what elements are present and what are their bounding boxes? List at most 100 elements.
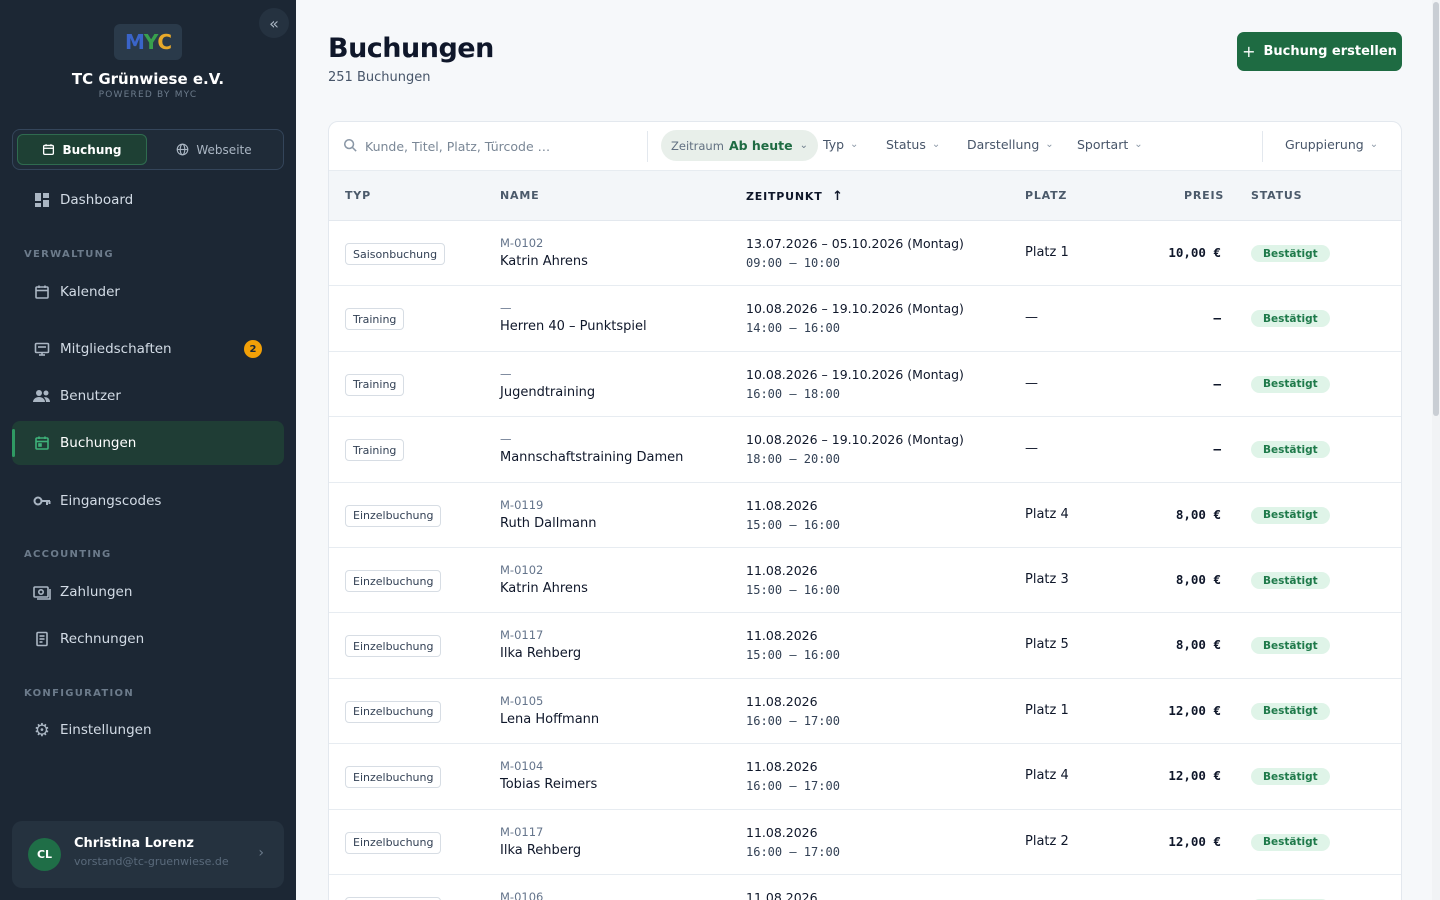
calendar-check-icon: [32, 433, 52, 453]
table-row[interactable]: Einzelbuchung M-0102 Katrin Ahrens 11.08.20…: [329, 548, 1401, 614]
table-row[interactable]: Einzelbuchung M-0119 Ruth Dallmann 11.08.20…: [329, 483, 1401, 548]
dashboard-icon: [32, 190, 52, 210]
booking-time: 15:00 – 16:00: [746, 517, 840, 532]
court: Platz 4: [1025, 768, 1069, 784]
darstellung-filter[interactable]: Darstellung ⌄: [967, 137, 1054, 152]
user-menu[interactable]: CL Christina Lorenz vorstand@tc-gruenwie…: [12, 821, 284, 888]
member-code: —: [500, 432, 512, 447]
column-header-typ[interactable]: TYP: [345, 189, 371, 202]
sidebar-item-eingangscodes[interactable]: Eingangscodes: [12, 479, 284, 523]
scrollbar-thumb[interactable]: [1433, 2, 1439, 416]
sidebar-item-benutzer[interactable]: Benutzer: [12, 374, 284, 418]
collapse-sidebar-button[interactable]: «: [259, 8, 289, 38]
chevron-down-icon: ⌄: [799, 140, 809, 151]
scrollbar[interactable]: [1432, 0, 1440, 900]
table-row[interactable]: Einzelbuchung M-0104 Tobias Reimers 11.08.2…: [329, 744, 1401, 810]
search-input[interactable]: [365, 134, 635, 158]
booking-time: 14:00 – 16:00: [746, 321, 840, 336]
price: 12,00 €: [1168, 768, 1221, 784]
table-row[interactable]: Einzelbuchung M-0117 Ilka Rehberg 11.08.202…: [329, 810, 1401, 875]
status-badge: Bestätigt: [1251, 572, 1330, 589]
sidebar-item-label: Dashboard: [60, 192, 134, 208]
booking-date: 10.08.2026 – 19.10.2026 (Montag): [746, 366, 964, 382]
tab-buchung[interactable]: Buchung: [17, 134, 147, 165]
price: 8,00 €: [1175, 572, 1221, 587]
sidebar-item-buchungen[interactable]: Buchungen: [12, 421, 284, 465]
member-code: M-0117: [500, 824, 544, 839]
status-filter[interactable]: Status ⌄: [886, 137, 940, 152]
status-filter-label: Status: [886, 137, 926, 152]
key-icon: [32, 491, 52, 511]
booking-name: Ilka Rehberg: [500, 646, 582, 662]
sidebar-item-rechnungen[interactable]: Rechnungen: [12, 617, 284, 661]
booking-type-tag: Einzelbuchung: [345, 831, 442, 854]
sidebar-item-label: Benutzer: [60, 388, 121, 404]
court: —: [1025, 441, 1038, 457]
sidebar-item-kalender[interactable]: Kalender: [12, 270, 284, 314]
court: Platz 5: [1025, 637, 1069, 653]
member-code: M-0117: [500, 628, 544, 643]
booking-type-tag: Training: [345, 439, 405, 462]
table-row[interactable]: Saisonbuchung M-0102 Katrin Ahrens 13.07.20…: [329, 221, 1401, 287]
booking-type-tag: Einzelbuchung: [345, 635, 442, 658]
sidebar: « MYC TC Grünwiese e.V. POWERED BY MYC B…: [0, 0, 296, 900]
gruppierung-dropdown[interactable]: Gruppierung ⌄: [1285, 137, 1378, 152]
typ-filter[interactable]: Typ ⌄: [823, 137, 858, 152]
table-row[interactable]: Einzelbuchung M-0117 Ilka Rehberg 11.08.202…: [329, 613, 1401, 679]
booking-name: Herren 40 – Punktspiel: [500, 319, 647, 335]
price: 12,00 €: [1168, 833, 1221, 849]
zeitraum-key: Zeitraum: [671, 138, 724, 153]
booking-type-tag: Training: [345, 373, 405, 396]
member-code: M-0106: [500, 890, 544, 900]
column-header-name[interactable]: NAME: [500, 189, 539, 202]
column-header-preis[interactable]: PREIS: [1184, 189, 1224, 202]
tab-webseite-label: Webseite: [196, 142, 252, 157]
table-row[interactable]: Einzelbuchung M-0105 Lena Hoffmann 11.08.20…: [329, 679, 1401, 745]
booking-time: 16:00 – 18:00: [746, 386, 840, 401]
create-booking-button[interactable]: + Buchung erstellen: [1237, 32, 1402, 71]
court: Platz 3: [1025, 572, 1069, 587]
section-label-konfiguration: KONFIGURATION: [24, 688, 135, 699]
column-header-zeitpunkt-label: ZEITPUNKT: [746, 190, 823, 203]
tab-webseite[interactable]: Webseite: [149, 134, 279, 165]
booking-type-tag: Einzelbuchung: [345, 570, 442, 592]
divider: [1262, 131, 1263, 162]
sidebar-item-mitgliedschaften[interactable]: Mitgliedschaften 2: [12, 327, 284, 371]
status-badge: Bestätigt: [1251, 375, 1330, 393]
chevron-down-icon: ⌄: [1134, 139, 1143, 150]
table-row[interactable]: Training — Mannschaftstraining Damen 10.08.…: [329, 417, 1401, 483]
booking-date: 11.08.2026: [746, 693, 818, 709]
booking-time: 16:00 – 17:00: [746, 713, 840, 728]
column-header-platz[interactable]: PLATZ: [1025, 189, 1067, 202]
member-code: M-0102: [500, 563, 544, 577]
darstellung-filter-label: Darstellung: [967, 137, 1040, 152]
booking-name: Jugendtraining: [500, 384, 596, 400]
sidebar-item-label: Kalender: [60, 284, 120, 300]
member-code: M-0102: [500, 236, 544, 250]
column-header-zeitpunkt[interactable]: ZEITPUNKT ↑: [746, 189, 844, 204]
table-header: TYP NAME ZEITPUNKT ↑ PLATZ PREIS STATUS: [329, 171, 1401, 221]
sidebar-item-zahlungen[interactable]: Zahlungen: [12, 570, 284, 614]
sportart-filter-label: Sportart: [1077, 137, 1129, 152]
sidebar-item-dashboard[interactable]: Dashboard: [12, 178, 284, 222]
club-logo: MYC: [114, 24, 182, 60]
member-code: —: [500, 301, 512, 316]
table-row[interactable]: Training — Jugendtraining 10.08.2026 – 19.1…: [329, 352, 1401, 418]
booking-time: 09:00 – 10:00: [746, 256, 840, 270]
table-row[interactable]: Training — Herren 40 – Punktspiel 10.08.202…: [329, 286, 1401, 352]
zeitraum-filter[interactable]: Zeitraum Ab heute ⌄: [661, 130, 819, 161]
court: —: [1025, 375, 1038, 391]
booking-type-tag: Einzelbuchung: [345, 700, 442, 723]
sportart-filter[interactable]: Sportart ⌄: [1077, 137, 1143, 152]
sidebar-item-einstellungen[interactable]: ⚙ Einstellungen: [12, 708, 284, 752]
gruppierung-label: Gruppierung: [1285, 137, 1364, 152]
table-row[interactable]: EinzelbuchungM-010611.08.2026Bestätigt: [329, 875, 1401, 900]
chevron-down-icon: ⌄: [1369, 139, 1379, 150]
globe-icon: [177, 143, 189, 156]
chevron-down-icon: ⌄: [931, 139, 941, 150]
court: Platz 1: [1025, 702, 1069, 718]
users-icon: [32, 386, 52, 406]
booking-name: Ilka Rehberg: [500, 842, 582, 858]
column-header-status[interactable]: STATUS: [1251, 189, 1302, 202]
arrow-up-icon: ↑: [832, 189, 844, 204]
